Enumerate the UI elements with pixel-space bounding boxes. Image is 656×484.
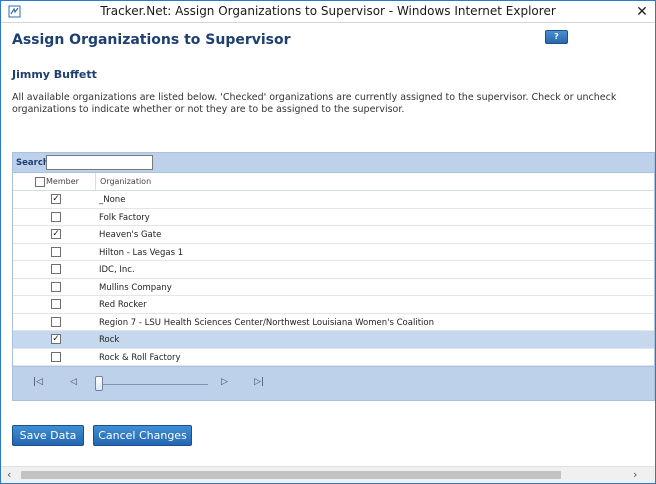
- scroll-right-icon[interactable]: ›: [633, 468, 637, 481]
- member-checkbox[interactable]: ✓: [51, 229, 61, 239]
- table-row[interactable]: Region 7 - LSU Health Sciences Center/No…: [13, 314, 654, 331]
- organization-name: Rock & Roll Factory: [99, 352, 181, 363]
- organization-name: Red Rocker: [99, 300, 147, 310]
- title-bar: Tracker.Net: Assign Organizations to Sup…: [1, 1, 655, 23]
- table-row[interactable]: ✓ _None: [13, 191, 654, 209]
- organization-name: Rock: [99, 335, 120, 345]
- organization-name: Hilton - Las Vegas 1: [99, 247, 184, 258]
- page-title: Assign Organizations to Supervisor: [12, 32, 291, 48]
- close-icon[interactable]: ✕: [633, 3, 651, 21]
- previous-page-icon[interactable]: ◁: [70, 377, 77, 387]
- page-slider-track[interactable]: [98, 384, 208, 385]
- help-button[interactable]: ?: [545, 30, 568, 44]
- organization-name: IDC, Inc.: [99, 265, 135, 275]
- member-column-label: Member: [46, 177, 79, 186]
- last-page-icon[interactable]: ▷|: [254, 377, 264, 387]
- organization-name: Mullins Company: [99, 282, 172, 293]
- cancel-changes-button[interactable]: Cancel Changes: [93, 425, 192, 446]
- search-input[interactable]: [46, 155, 153, 170]
- save-data-button[interactable]: Save Data: [12, 425, 84, 446]
- scroll-left-icon[interactable]: ‹: [7, 468, 11, 481]
- search-bar: Search:: [13, 153, 654, 173]
- member-checkbox[interactable]: [51, 316, 61, 327]
- organization-column-label: Organization: [100, 177, 152, 186]
- member-checkbox[interactable]: [51, 351, 61, 362]
- member-checkbox[interactable]: ✓: [51, 334, 61, 344]
- next-page-icon[interactable]: ▷: [221, 377, 228, 387]
- organizations-grid: Search: Member Organization ✓ _None Folk…: [12, 152, 655, 401]
- table-row[interactable]: Rock & Roll Factory: [13, 349, 654, 366]
- table-row[interactable]: ✓ Rock: [13, 331, 654, 349]
- organization-name: _None: [99, 195, 126, 205]
- horizontal-scrollbar[interactable]: ‹ ›: [1, 466, 655, 483]
- grid-header-row: Member Organization: [13, 173, 654, 191]
- member-column-header: Member: [13, 173, 96, 191]
- member-checkbox[interactable]: [51, 246, 61, 257]
- member-checkbox[interactable]: ✓: [51, 194, 61, 204]
- window-title: Tracker.Net: Assign Organizations to Sup…: [100, 4, 556, 18]
- table-row[interactable]: ✓ Heaven's Gate: [13, 226, 654, 244]
- member-checkbox[interactable]: [51, 299, 61, 309]
- member-checkbox[interactable]: [51, 264, 61, 274]
- table-row[interactable]: Red Rocker: [13, 296, 654, 314]
- supervisor-name: Jimmy Buffett: [12, 68, 97, 81]
- grid-rows: ✓ _None Folk Factory ✓ Heaven's Gate Hil…: [13, 191, 654, 366]
- page-content: Assign Organizations to Supervisor ? Jim…: [1, 24, 655, 465]
- instructions-text: All available organizations are listed b…: [12, 92, 617, 115]
- scrollbar-thumb[interactable]: [21, 471, 561, 479]
- browser-window: Tracker.Net: Assign Organizations to Sup…: [0, 0, 656, 484]
- page-slider-thumb[interactable]: [95, 376, 103, 391]
- select-all-checkbox[interactable]: [35, 177, 45, 187]
- first-page-icon[interactable]: |◁: [33, 377, 43, 387]
- member-checkbox[interactable]: [51, 281, 61, 292]
- grid-pager: |◁ ◁ ▷ ▷|: [13, 366, 654, 400]
- table-row[interactable]: Hilton - Las Vegas 1: [13, 244, 654, 261]
- table-row[interactable]: IDC, Inc.: [13, 261, 654, 279]
- organization-name: Region 7 - LSU Health Sciences Center/No…: [99, 317, 434, 328]
- organization-name: Folk Factory: [99, 212, 150, 223]
- table-row[interactable]: Mullins Company: [13, 279, 654, 296]
- organization-column-header[interactable]: Organization: [97, 173, 654, 191]
- organization-name: Heaven's Gate: [99, 230, 162, 240]
- table-row[interactable]: Folk Factory: [13, 209, 654, 226]
- member-checkbox[interactable]: [51, 211, 61, 222]
